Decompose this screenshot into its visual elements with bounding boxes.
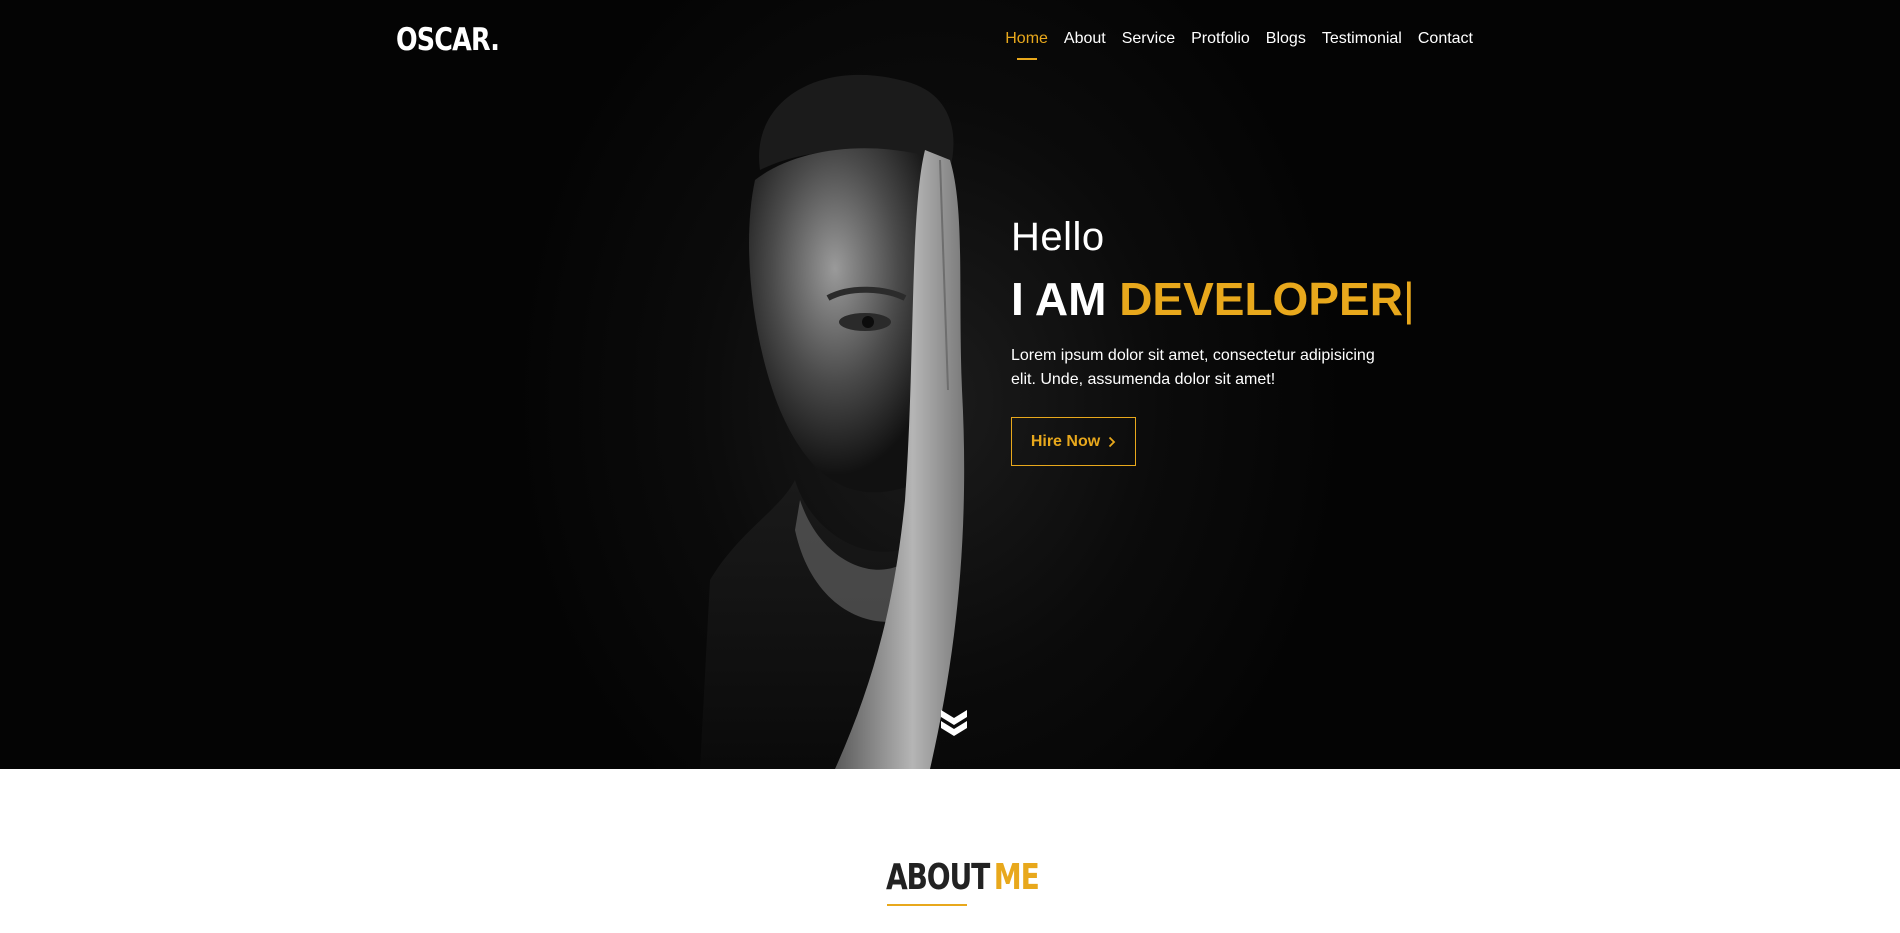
nav-item-blogs[interactable]: Blogs: [1266, 28, 1306, 50]
hero-section: OSCAR. Home About Service Protfolio Blog…: [0, 0, 1900, 769]
headline-prefix: I AM: [1011, 273, 1107, 325]
hero-description: Lorem ipsum dolor sit amet, consectetur …: [1011, 347, 1375, 388]
nav-item-testimonial[interactable]: Testimonial: [1322, 28, 1402, 50]
nav-item-portfolio[interactable]: Protfolio: [1191, 28, 1250, 50]
hero-portrait-image: [700, 74, 965, 769]
hero-headline: I AM DEVELOPER|: [1011, 272, 1471, 326]
main-nav: Home About Service Protfolio Blogs Testi…: [1005, 28, 1473, 50]
double-chevron-down-icon[interactable]: [938, 706, 970, 738]
about-title-part1: ABOUT: [886, 857, 990, 898]
about-title-part2: ME: [993, 857, 1040, 898]
hero-intro: Hello I AM DEVELOPER| Lorem ipsum dolor …: [1011, 214, 1471, 466]
chevron-right-icon: [1109, 436, 1116, 447]
brand-logo[interactable]: OSCAR.: [396, 22, 500, 58]
headline-role: DEVELOPER: [1119, 273, 1403, 325]
nav-item-contact[interactable]: Contact: [1418, 28, 1473, 50]
hire-now-button[interactable]: Hire Now: [1011, 417, 1136, 466]
nav-item-service[interactable]: Service: [1122, 28, 1175, 50]
about-section-title: ABOUT ME: [886, 856, 1040, 900]
typing-cursor: |: [1402, 273, 1415, 325]
about-title-underline: [887, 904, 967, 906]
hire-now-label: Hire Now: [1030, 432, 1101, 450]
nav-item-home[interactable]: Home: [1005, 28, 1048, 50]
hero-greeting: Hello: [1011, 215, 1105, 259]
nav-item-about[interactable]: About: [1064, 28, 1106, 50]
